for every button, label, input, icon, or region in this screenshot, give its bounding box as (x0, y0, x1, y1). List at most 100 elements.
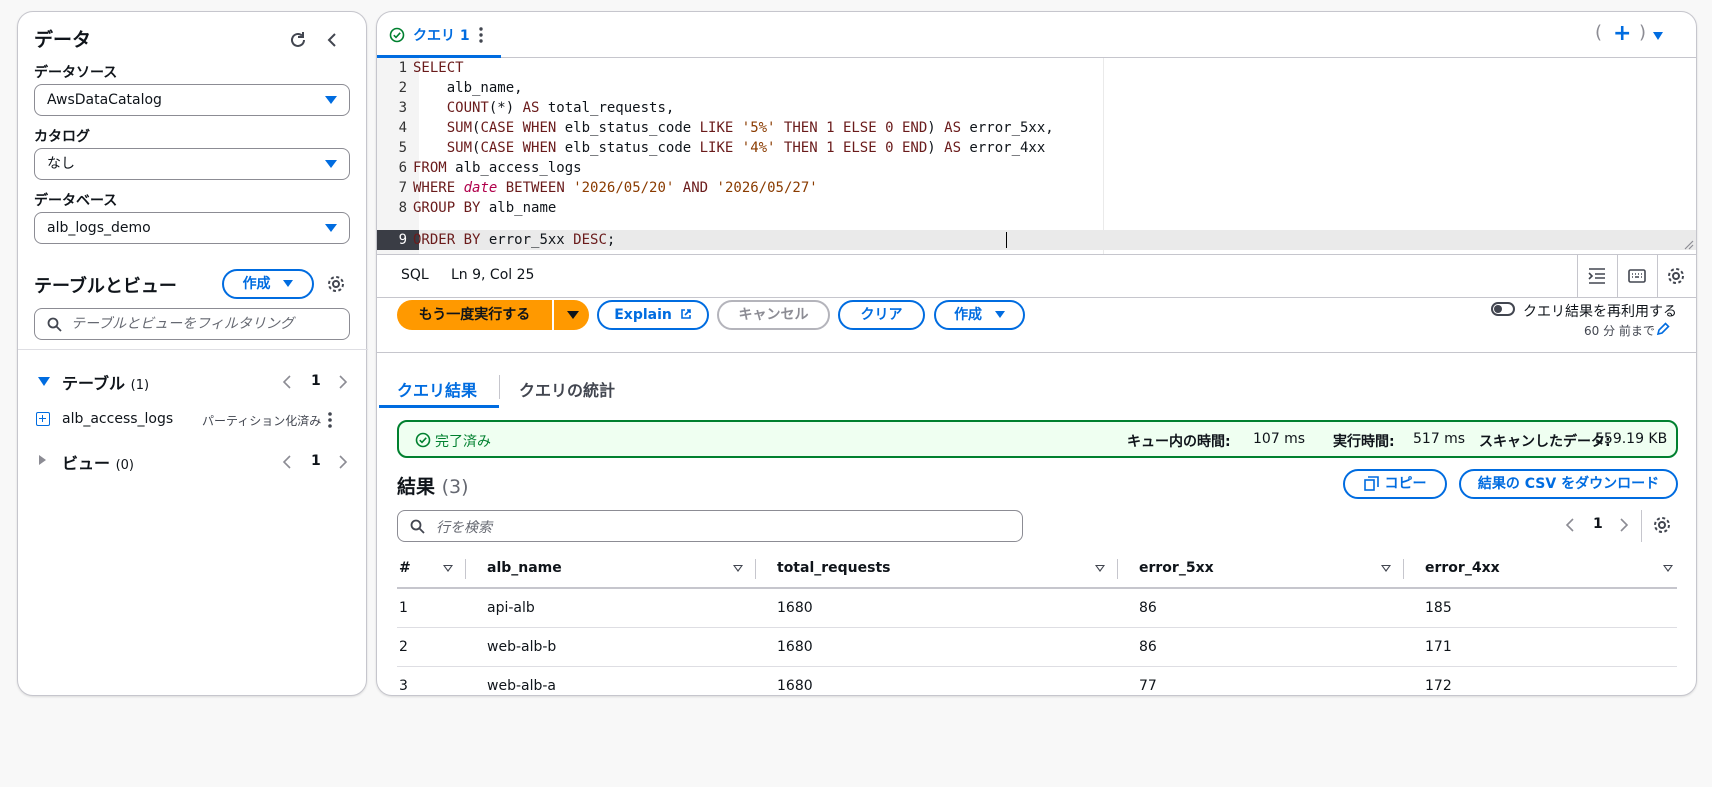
create-table-button[interactable]: 作成 (222, 269, 314, 299)
catalog-label: カタログ (34, 129, 90, 145)
editor-language: SQL (401, 267, 429, 283)
tab-query-results[interactable]: クエリ結果 (379, 362, 499, 408)
clear-button[interactable]: クリア (838, 300, 925, 330)
download-csv-button[interactable]: 結果の CSV をダウンロード (1459, 469, 1678, 499)
sort-icon[interactable] (1381, 565, 1391, 572)
sort-icon[interactable] (1095, 565, 1105, 572)
explain-label: Explain (614, 307, 672, 323)
column-header-error-5xx[interactable]: error_5xx (1139, 560, 1214, 576)
prev-page-icon[interactable] (1563, 517, 1577, 533)
divider (1641, 510, 1642, 542)
resize-handle-icon[interactable] (1684, 240, 1694, 250)
reuse-results-toggle[interactable] (1491, 302, 1515, 316)
refresh-icon[interactable] (286, 28, 310, 52)
caret-down-icon (994, 311, 1005, 318)
divider (552, 300, 554, 330)
catalog-value: なし (47, 156, 75, 172)
column-resizer[interactable] (465, 559, 466, 579)
results-page-number[interactable]: 1 (1593, 516, 1603, 532)
table-item-name[interactable]: alb_access_logs (62, 411, 173, 427)
search-icon (47, 317, 62, 332)
table-settings-gear-icon[interactable] (1653, 516, 1671, 534)
cell-total-requests: 1680 (777, 639, 813, 655)
sort-icon[interactable] (443, 565, 453, 572)
keyboard-icon[interactable] (1627, 267, 1647, 285)
cursor-position: Ln 9, Col 25 (451, 267, 535, 283)
tab-scroll-right[interactable]: ) (1639, 22, 1646, 43)
filter-placeholder: テーブルとビューをフィルタリング (71, 316, 294, 332)
cancel-button[interactable]: キャンセル (717, 300, 830, 330)
code-line: 4 SUM(CASE WHEN elb_status_code LIKE '5%… (398, 120, 1054, 136)
sort-icon[interactable] (1663, 565, 1673, 572)
tab-query-1[interactable]: クエリ 1 (377, 12, 501, 58)
exec-time-label: 実行時間: (1333, 434, 1395, 450)
row-search-placeholder: 行を検索 (436, 520, 492, 536)
table-actions-kebab-icon[interactable] (324, 411, 336, 429)
divider (1577, 255, 1578, 297)
code-line: 3 COUNT(*) AS total_requests, (398, 100, 675, 116)
row-divider (397, 627, 1677, 628)
divider (18, 349, 368, 350)
catalog-select[interactable]: なし (34, 148, 350, 180)
column-header-error-4xx[interactable]: error_4xx (1425, 560, 1500, 576)
results-title-text: 結果 (397, 476, 436, 498)
tables-page-number[interactable]: 1 (311, 373, 321, 389)
add-tab-plus-icon[interactable]: + (1613, 21, 1631, 46)
create-button[interactable]: 作成 (934, 300, 1025, 330)
reuse-results-label: クエリ結果を再利用する (1523, 304, 1677, 320)
datasource-select[interactable]: AwsDataCatalog (34, 84, 350, 116)
tabs-dropdown-caret-icon[interactable] (1653, 32, 1663, 40)
tables-section[interactable]: テーブル (1) (62, 370, 149, 394)
column-header-index[interactable]: # (399, 560, 411, 576)
views-section[interactable]: ビュー (0) (62, 450, 134, 474)
cell-alb-name: web-alb-a (487, 678, 556, 694)
cell-index: 2 (399, 639, 408, 655)
sql-editor[interactable]: 1 SELECT 2 alb_name, 3 COUNT(*) AS total_… (377, 58, 1696, 254)
next-page-icon[interactable] (336, 374, 350, 390)
settings-gear-icon[interactable] (326, 274, 346, 294)
row-search-input[interactable]: 行を検索 (397, 510, 1023, 542)
create-label: 作成 (242, 276, 271, 292)
column-resizer[interactable] (1403, 559, 1404, 579)
cell-alb-name: web-alb-b (487, 639, 557, 655)
cell-total-requests: 1680 (777, 678, 813, 694)
success-check-icon (389, 27, 405, 43)
row-divider (397, 666, 1677, 667)
column-header-alb-name[interactable]: alb_name (487, 560, 562, 576)
header-divider (397, 587, 1677, 589)
views-page-number[interactable]: 1 (311, 453, 321, 469)
database-select[interactable]: alb_logs_demo (34, 212, 350, 244)
column-resizer[interactable] (755, 559, 756, 579)
column-resizer[interactable] (1117, 559, 1118, 579)
prev-page-icon[interactable] (280, 454, 294, 470)
data-panel-title: データ (34, 29, 92, 51)
exec-time-value: 517 ms (1413, 431, 1466, 447)
cell-index: 1 (399, 600, 408, 616)
next-page-icon[interactable] (1617, 517, 1631, 533)
editor-settings-gear-icon[interactable] (1667, 267, 1685, 285)
prev-page-icon[interactable] (280, 374, 294, 390)
tab-query-stats[interactable]: クエリの統計 (519, 377, 615, 401)
table-filter-input[interactable]: テーブルとビューをフィルタリング (34, 308, 350, 340)
tab-kebab-icon[interactable] (479, 27, 483, 43)
next-page-icon[interactable] (336, 454, 350, 470)
cell-error-5xx: 86 (1139, 639, 1157, 655)
tab-scroll-left[interactable]: ( (1595, 22, 1602, 43)
copy-button[interactable]: コピー (1343, 469, 1447, 499)
code-line: 5 SUM(CASE WHEN elb_status_code LIKE '4%… (398, 140, 1046, 156)
collapse-chevron-left-icon[interactable] (320, 28, 344, 52)
column-header-total-requests[interactable]: total_requests (777, 560, 891, 576)
run-again-button[interactable]: もう一度実行する (397, 300, 552, 330)
expand-tables-icon[interactable] (38, 377, 50, 386)
explain-button[interactable]: Explain (597, 300, 709, 330)
code-line: 7 WHERE date BETWEEN '2026/05/20' AND '20… (398, 180, 818, 196)
edit-pencil-icon[interactable] (1656, 322, 1670, 336)
run-dropdown-caret-icon[interactable] (567, 311, 579, 319)
editor-status-bar: SQL Ln 9, Col 25 (377, 255, 1696, 297)
table-expand-plus-icon[interactable] (36, 412, 50, 426)
format-indent-icon[interactable] (1587, 267, 1607, 285)
expand-views-icon[interactable] (39, 455, 46, 465)
results-count: (3) (441, 476, 469, 498)
cell-error-4xx: 185 (1425, 600, 1452, 616)
sort-icon[interactable] (733, 565, 743, 572)
